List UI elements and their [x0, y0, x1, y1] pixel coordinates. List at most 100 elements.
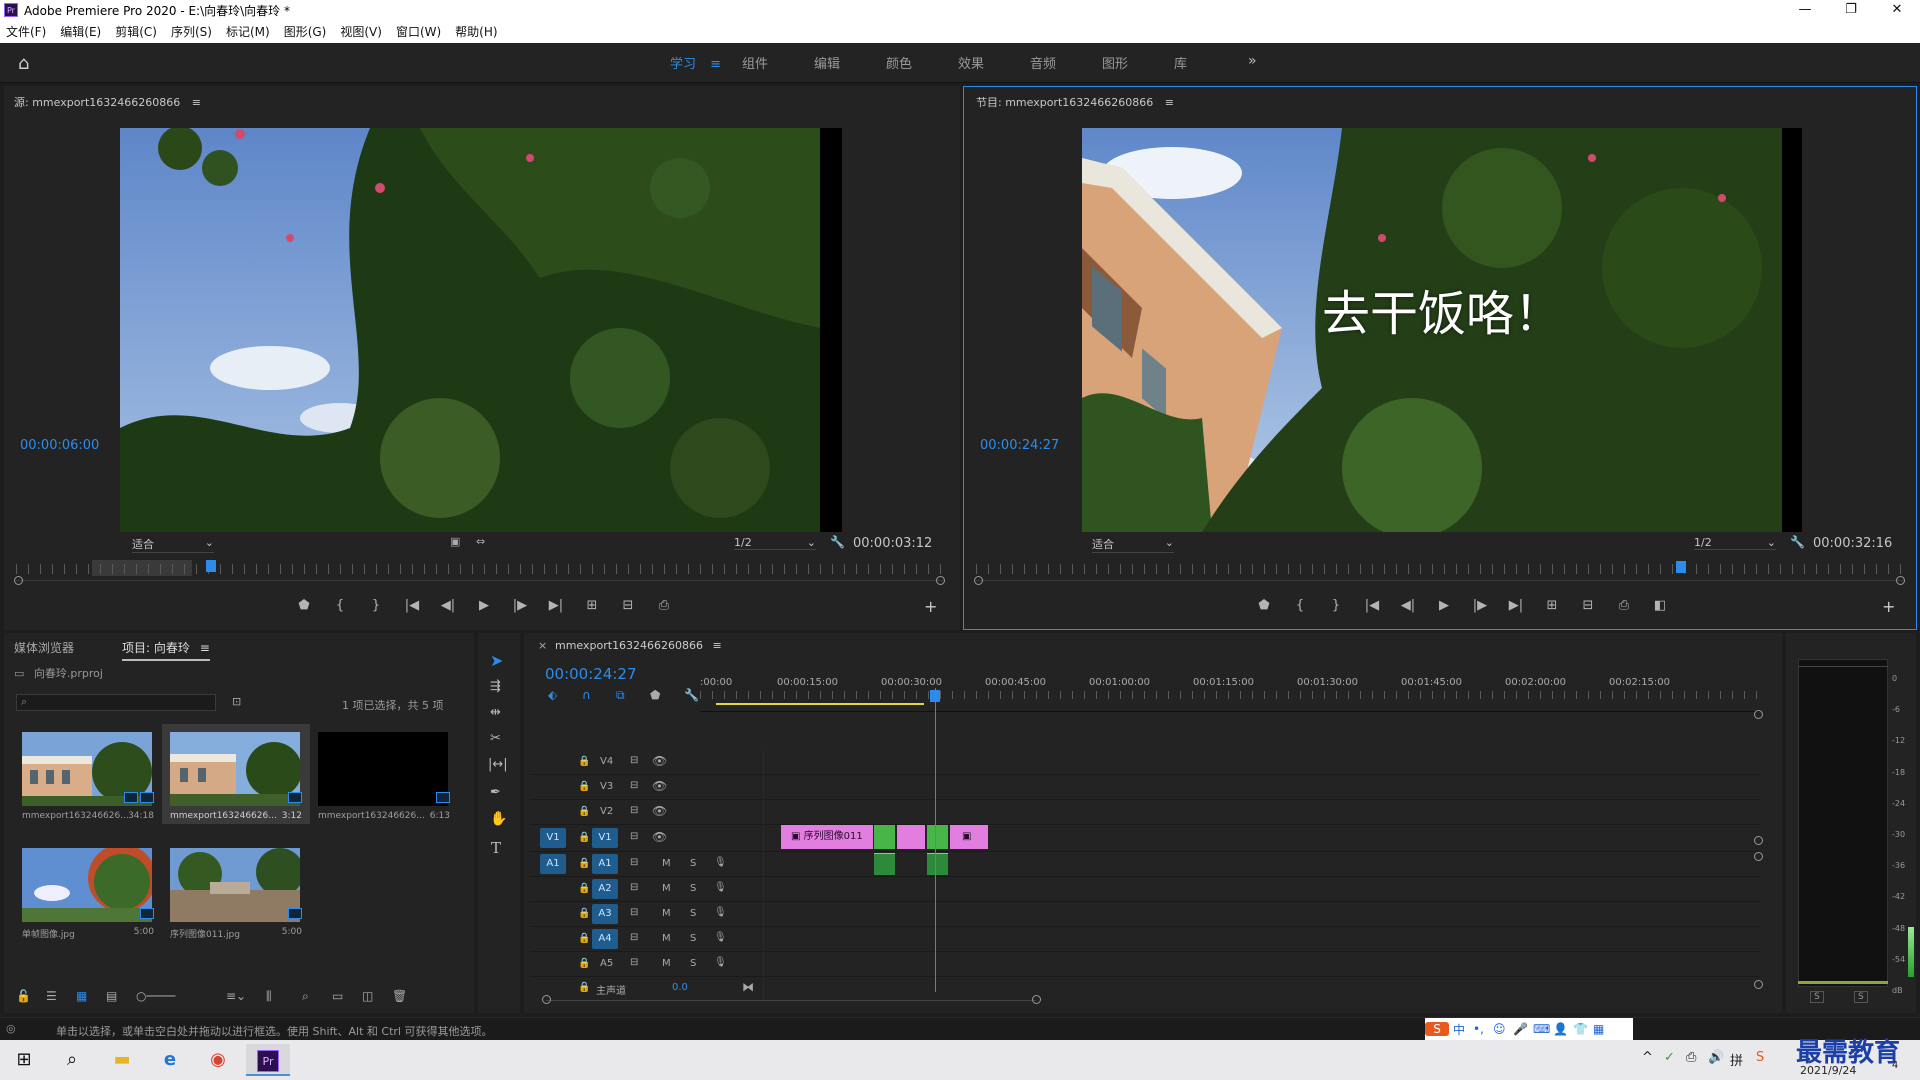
source-resolution-select[interactable]: 1/2 ⌄ [734, 536, 816, 550]
lock-icon[interactable]: 🔒 [578, 908, 590, 919]
go-to-end-icon[interactable]: ⧓ [742, 980, 754, 994]
program-video-frame[interactable]: 去干饭咯！ [1082, 128, 1802, 532]
go-to-out-icon[interactable]: ▶| [538, 598, 574, 613]
tab-editing[interactable]: 编辑 [814, 53, 886, 72]
add-marker-icon[interactable]: ⬟ [1246, 598, 1282, 613]
vertical-scroll-handle[interactable] [1754, 710, 1763, 719]
voice-over-icon[interactable]: 🎙 [714, 932, 727, 943]
mark-in-icon[interactable]: { [1282, 598, 1318, 613]
automate-to-sequence-icon[interactable]: ⫼ [266, 989, 302, 1004]
menu-markers[interactable]: 标记(M) [226, 23, 270, 40]
sync-lock-icon[interactable]: ⊟ [630, 932, 638, 943]
step-forward-icon[interactable]: |▶ [502, 598, 538, 613]
clip-video[interactable] [874, 825, 895, 849]
menu-window[interactable]: 窗口(W) [396, 23, 441, 40]
lock-icon[interactable]: 🔒 [578, 756, 590, 767]
lock-icon[interactable]: 🔒 [578, 982, 590, 993]
tab-learning[interactable]: 学习 ≡ [670, 53, 742, 72]
solo-button[interactable]: S [690, 933, 696, 944]
close-button[interactable]: ✕ [1874, 0, 1920, 20]
menu-graphics[interactable]: 图形(G) [284, 23, 327, 40]
mute-button[interactable]: M [662, 858, 671, 869]
sort-icon[interactable]: ≡⌄ [226, 989, 266, 1004]
export-frame-icon[interactable]: ⎙ [1606, 598, 1642, 613]
menu-sequence[interactable]: 序列(S) [171, 23, 212, 40]
panel-menu-icon[interactable]: ≡ [1165, 96, 1174, 109]
sync-lock-icon[interactable]: ⊟ [630, 907, 638, 918]
notification-center-icon[interactable]: 4 [1886, 1060, 1904, 1076]
voice-over-icon[interactable]: 🎙 [714, 857, 727, 868]
freeform-view-icon[interactable]: ▤ [106, 989, 136, 1004]
source-timecode[interactable]: 00:00:06:00 [20, 438, 99, 453]
clip-video[interactable] [927, 825, 948, 849]
track-target-a1[interactable]: A1 [592, 854, 618, 874]
ime-chinese-mode[interactable]: 中 [1453, 1021, 1473, 1038]
mute-button[interactable]: M [662, 908, 671, 919]
sync-lock-icon[interactable]: ⊟ [630, 857, 638, 868]
new-bin-from-search-icon[interactable]: ⊡ [232, 695, 241, 708]
razor-tool-icon[interactable]: ✂ [490, 731, 501, 746]
file-explorer-icon[interactable]: ▬ [104, 1044, 140, 1076]
lock-icon[interactable]: 🔒 [578, 806, 590, 817]
find-icon[interactable]: ⌕ [302, 989, 332, 1004]
solo-button[interactable]: S [690, 908, 696, 919]
chrome-browser-icon[interactable]: ◉ [200, 1044, 236, 1076]
project-item[interactable]: 单帧图像.jpg 5:00 [14, 840, 162, 940]
tray-network-icon[interactable]: ⎙ [1686, 1050, 1708, 1069]
tab-effects[interactable]: 效果 [958, 53, 1030, 72]
source-monitor-title[interactable]: 源: mmexport1632466260866 ≡ [14, 94, 201, 110]
tab-project[interactable]: 项目: 向春玲 ≡ [122, 639, 210, 661]
project-item[interactable]: mmexport163246626... 3:12 [162, 724, 310, 824]
search-icon[interactable]: ⌕ [54, 1044, 90, 1076]
wrench-icon[interactable]: 🔧 [1790, 535, 1805, 549]
pen-tool-icon[interactable]: ✒ [490, 785, 501, 800]
vertical-scroll-handle[interactable] [1754, 852, 1763, 861]
tab-assembly[interactable]: 组件 [742, 53, 814, 72]
sogou-icon[interactable]: S [1425, 1022, 1449, 1036]
horizontal-scroll-handle[interactable] [542, 995, 551, 1004]
ime-tools-icon[interactable]: ▦ [1593, 1022, 1613, 1036]
add-marker-icon[interactable]: ⬟ [650, 688, 684, 703]
ime-emoji-icon[interactable]: ☺ [1493, 1022, 1513, 1036]
tab-libraries[interactable]: 库 [1174, 53, 1246, 72]
ime-skin-icon[interactable]: 👕 [1573, 1022, 1593, 1036]
workspace-menu-icon[interactable]: ≡ [710, 57, 721, 72]
mark-out-icon[interactable]: } [1318, 598, 1354, 613]
program-monitor-title[interactable]: 节目: mmexport1632466260866 ≡ [976, 94, 1174, 110]
track-target-a4[interactable]: A4 [592, 929, 618, 949]
minimize-button[interactable]: — [1782, 0, 1828, 20]
source-patch-v1[interactable]: V1 [540, 828, 566, 848]
extract-icon[interactable]: ⊟ [1570, 598, 1606, 613]
ripple-edit-tool-icon[interactable]: ⇹ [490, 705, 501, 720]
wrench-icon[interactable]: 🔧 [830, 535, 845, 549]
zoom-slider[interactable]: ○──── [136, 989, 226, 1004]
close-sequence-icon[interactable]: × [538, 639, 547, 652]
new-bin-icon[interactable]: ▭ [332, 989, 362, 1004]
horizontal-scroll-bar[interactable] [546, 1000, 1036, 1001]
clip-image[interactable] [897, 825, 925, 849]
sync-lock-icon[interactable]: ⊟ [630, 957, 638, 968]
mark-out-icon[interactable]: } [358, 598, 394, 613]
tab-color[interactable]: 颜色 [886, 53, 958, 72]
audio-clip[interactable] [927, 853, 948, 875]
master-volume[interactable]: 0.0 [672, 982, 688, 993]
source-patch-a1[interactable]: A1 [540, 854, 566, 874]
go-to-in-icon[interactable]: |◀ [1354, 598, 1390, 613]
panel-menu-icon[interactable]: ≡ [713, 639, 722, 652]
step-back-icon[interactable]: ◀| [430, 598, 466, 613]
windows-start-icon[interactable]: ⊞ [6, 1044, 42, 1076]
title-caption[interactable]: 去干饭咯！ [1082, 274, 1802, 344]
ime-punctuation-icon[interactable]: •, [1473, 1022, 1493, 1036]
voice-over-icon[interactable]: 🎙 [714, 882, 727, 893]
solo-button[interactable]: S [690, 958, 696, 969]
hand-tool-icon[interactable]: ✋ [490, 811, 507, 827]
track-name[interactable]: V2 [600, 806, 613, 817]
go-to-out-icon[interactable]: ▶| [1498, 598, 1534, 613]
nest-toggle-icon[interactable]: ⬖ [548, 688, 582, 703]
playhead-handle[interactable] [930, 690, 940, 702]
program-time-ruler[interactable] [976, 564, 1904, 574]
solo-left-button[interactable]: S [1810, 991, 1824, 1003]
go-to-in-icon[interactable]: |◀ [394, 598, 430, 613]
panel-menu-icon[interactable]: ≡ [200, 641, 210, 655]
lock-icon[interactable]: 🔒 [578, 958, 590, 969]
